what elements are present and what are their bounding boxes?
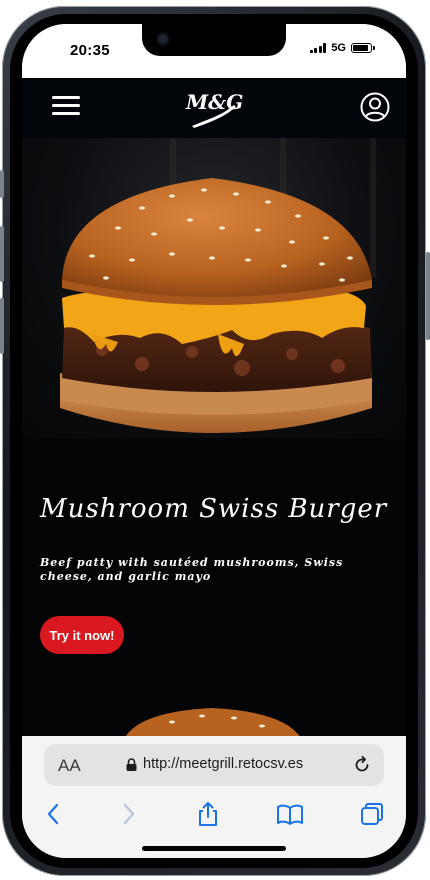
product-description: Beef patty with sautéed mushrooms, Swiss… xyxy=(40,556,344,583)
volume-up-button xyxy=(0,226,4,282)
screen: 20:35 5G M&G Mushroom Swiss Burger Beef … xyxy=(22,24,406,858)
next-product-preview xyxy=(126,708,300,736)
forward-arrow-icon[interactable] xyxy=(114,800,142,828)
browser-bottom-bar: AA http://meetgrill.retocsv.es xyxy=(22,736,406,858)
power-button xyxy=(426,252,430,340)
user-account-icon[interactable] xyxy=(360,92,390,122)
network-type: 5G xyxy=(331,42,346,54)
battery-icon xyxy=(351,43,375,53)
hamburger-menu-icon[interactable] xyxy=(52,94,82,118)
lock-icon xyxy=(126,758,137,771)
back-arrow-icon[interactable] xyxy=(40,800,68,828)
burger-image xyxy=(60,178,372,433)
dynamic-island xyxy=(142,24,286,56)
brand-logo[interactable]: M&G xyxy=(186,86,246,130)
home-indicator xyxy=(142,846,286,851)
status-indicators: 5G xyxy=(309,42,375,54)
address-bar[interactable]: AA http://meetgrill.retocsv.es xyxy=(44,744,384,786)
try-it-now-button[interactable]: Try it now! xyxy=(40,616,124,654)
text-size-button[interactable]: AA xyxy=(58,756,81,776)
volume-down-button xyxy=(0,298,4,354)
share-icon[interactable] xyxy=(194,800,222,828)
status-bar: 20:35 5G xyxy=(22,24,406,78)
status-time: 20:35 xyxy=(70,42,110,59)
action-button xyxy=(0,170,4,198)
bookmarks-icon[interactable] xyxy=(276,800,304,828)
knife-icon xyxy=(192,105,236,128)
website-content: M&G Mushroom Swiss Burger Beef patty wit… xyxy=(22,78,406,736)
tabs-icon[interactable] xyxy=(358,800,386,828)
product-title: Mushroom Swiss Burger xyxy=(40,494,388,524)
url-text[interactable]: http://meetgrill.retocsv.es xyxy=(143,756,303,772)
site-navbar: M&G xyxy=(22,78,406,138)
reload-icon[interactable] xyxy=(352,755,372,775)
front-camera xyxy=(158,34,168,44)
signal-icon xyxy=(309,43,327,53)
hero-image xyxy=(22,138,406,438)
